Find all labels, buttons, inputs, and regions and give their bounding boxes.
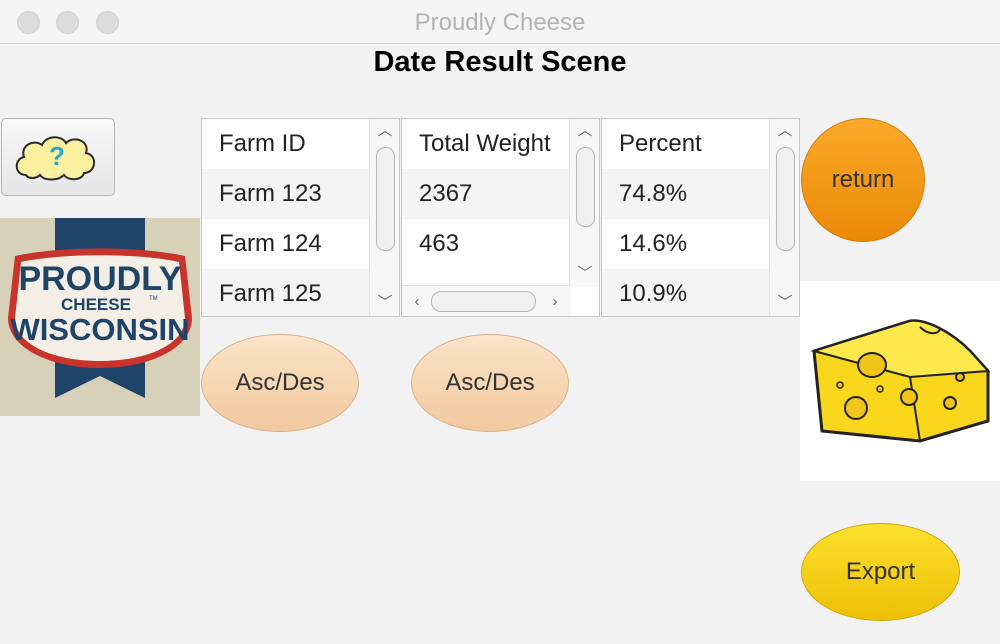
list-item[interactable]: 14.6% (602, 219, 771, 269)
farm-id-header: Farm ID (219, 130, 306, 157)
asc-des-button-1[interactable]: Asc/Des (201, 334, 359, 432)
asc-des-button-2[interactable]: Asc/Des (411, 334, 569, 432)
farm-id-vertical-scrollbar[interactable]: ︿ ﹀ (369, 119, 399, 316)
list-item[interactable]: 74.8% (602, 169, 771, 219)
percent-vertical-scrollbar[interactable]: ︿ ﹀ (769, 119, 799, 316)
list-item[interactable]: Farm 123 (202, 169, 371, 219)
list-item[interactable]: Farm 124 (202, 219, 371, 269)
list-item[interactable]: 463 (402, 219, 571, 269)
scene-title: Date Result Scene (373, 46, 627, 78)
help-symbol: ? (49, 141, 65, 171)
total-weight-header: Total Weight (419, 130, 551, 157)
total-weight-vertical-scrollbar[interactable]: ︿ ﹀ (569, 119, 599, 287)
scroll-up-arrow-icon[interactable]: ︿ (570, 123, 599, 138)
scroll-left-arrow-icon[interactable]: ‹ (402, 294, 432, 309)
percent-header: Percent (619, 130, 702, 157)
list-item[interactable]: Farm 125 (202, 269, 371, 316)
export-button[interactable]: Export (801, 523, 960, 621)
scroll-up-arrow-icon[interactable]: ︿ (770, 123, 799, 138)
help-button[interactable]: ? (1, 118, 115, 196)
scroll-down-arrow-icon[interactable]: ﹀ (570, 266, 599, 281)
scrollbar-thumb[interactable] (376, 147, 395, 251)
scroll-right-arrow-icon[interactable]: › (540, 294, 570, 309)
scrollbar-thumb[interactable] (776, 147, 795, 251)
percent-list[interactable]: Percent 74.8% 14.6% 10.9% ︿ ﹀ (601, 118, 800, 317)
list-item[interactable]: 10.9% (602, 269, 771, 316)
scrollbar-thumb[interactable] (576, 147, 595, 227)
help-cloud-icon: ? (15, 136, 95, 181)
cheese-icon (810, 319, 991, 443)
proudly-wisconsin-cheese-logo: PROUDLY CHEESE TM WISCONSIN (0, 218, 200, 416)
total-weight-horizontal-scrollbar[interactable]: ‹ › (402, 285, 571, 316)
scroll-down-arrow-icon[interactable]: ﹀ (370, 295, 399, 310)
logo-proudly: PROUDLY (18, 260, 181, 298)
scroll-up-arrow-icon[interactable]: ︿ (370, 123, 399, 138)
cheese-image (800, 281, 1000, 481)
logo-tm: TM (149, 296, 158, 302)
window-titlebar: Proudly Cheese (0, 0, 1000, 44)
return-button[interactable]: return (801, 118, 925, 242)
scrollbar-thumb[interactable] (431, 291, 536, 312)
total-weight-list[interactable]: Total Weight 2367 463 ︿ ﹀ ‹ › (401, 118, 600, 317)
farm-id-list[interactable]: Farm ID Farm 123 Farm 124 Farm 125 ︿ ﹀ (201, 118, 400, 317)
list-item[interactable]: 2367 (402, 169, 571, 219)
window-title: Proudly Cheese (414, 9, 586, 36)
scroll-down-arrow-icon[interactable]: ﹀ (770, 295, 799, 310)
logo-wisconsin: WISCONSIN (10, 312, 189, 347)
